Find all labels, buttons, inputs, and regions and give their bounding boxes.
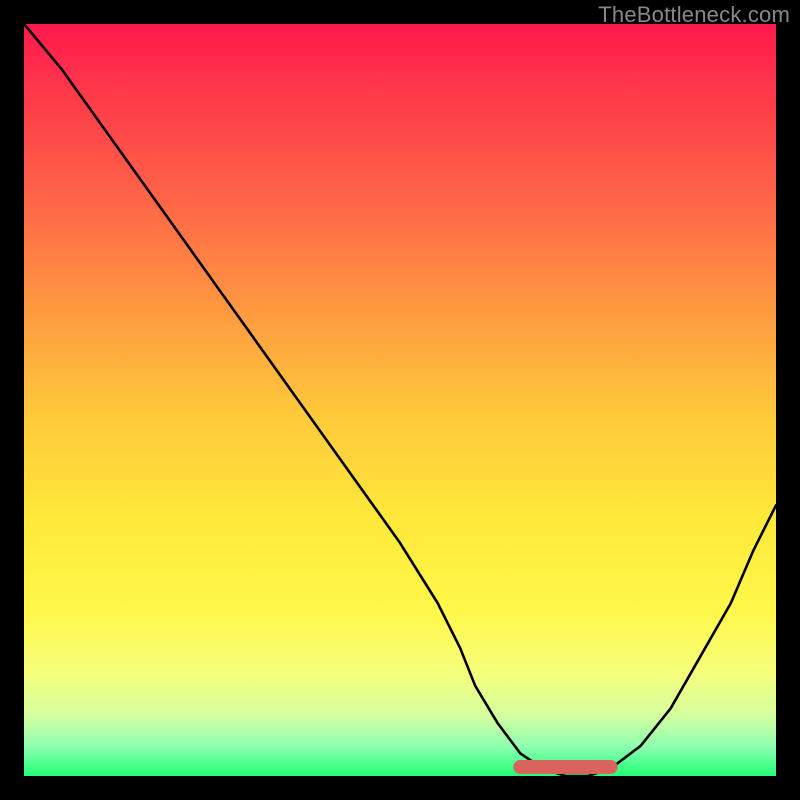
- bottleneck-curve: [24, 24, 776, 776]
- chart-frame: TheBottleneck.com: [0, 0, 800, 800]
- plot-area: [24, 24, 776, 776]
- watermark-label: TheBottleneck.com: [598, 2, 790, 28]
- curve-layer: [24, 24, 776, 776]
